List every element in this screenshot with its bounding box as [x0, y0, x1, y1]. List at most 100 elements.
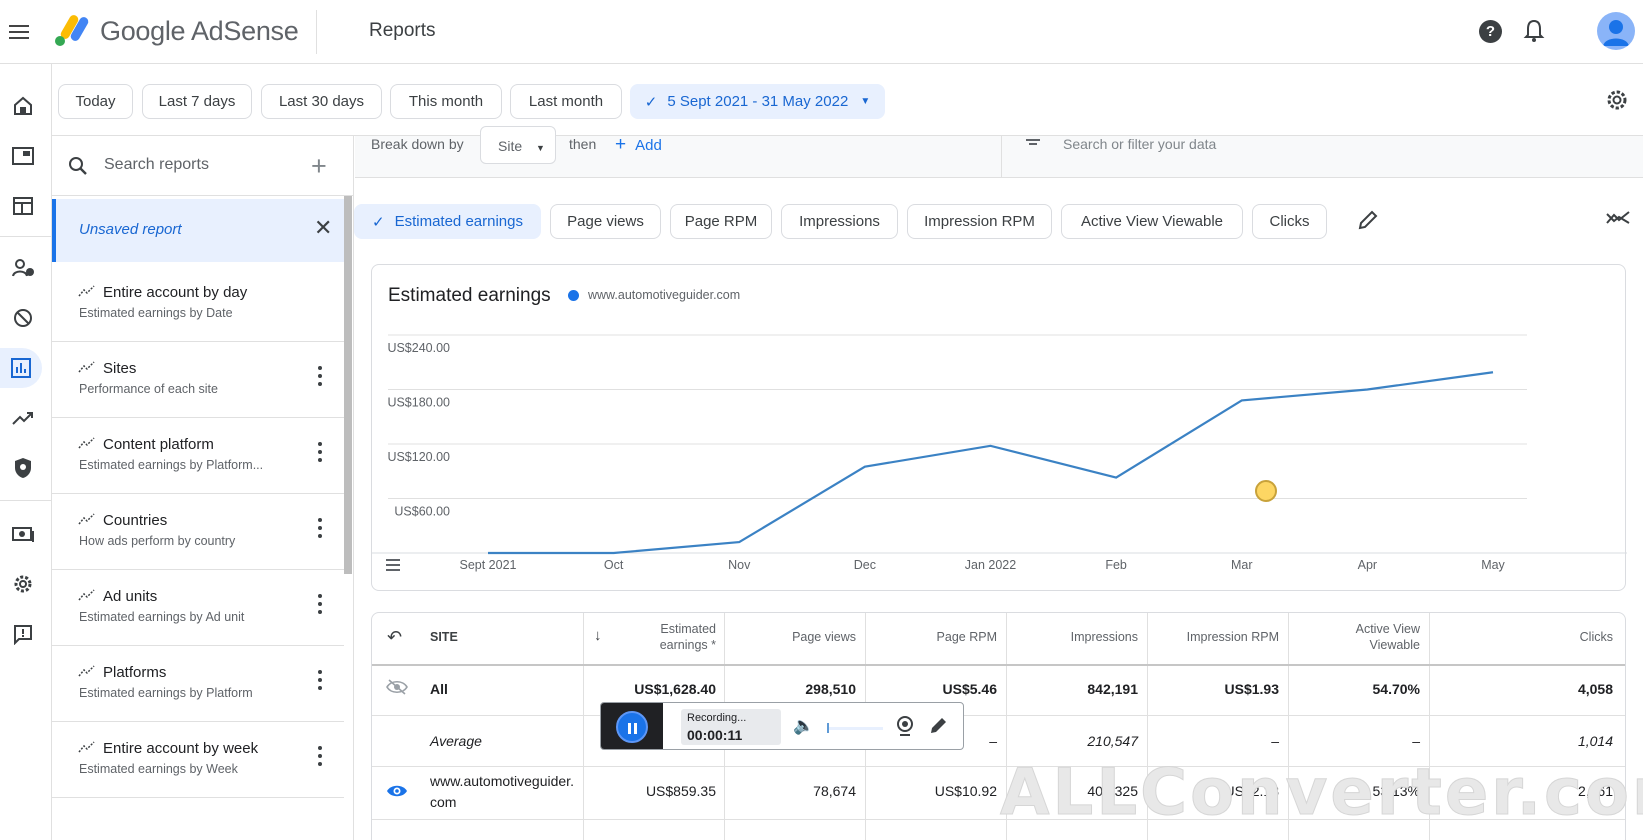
- row-site[interactable]: www.automotiveguider.com: [430, 771, 576, 813]
- report-item[interactable]: Sites Performance of each site: [52, 338, 344, 418]
- series-line[interactable]: [488, 371, 1494, 555]
- report-settings-icon[interactable]: [1605, 88, 1629, 112]
- settings-icon[interactable]: [3, 564, 43, 604]
- report-item[interactable]: Ad units Estimated earnings by Ad unit: [52, 566, 344, 646]
- report-item[interactable]: Entire account by week Estimated earning…: [52, 718, 344, 798]
- reports-icon[interactable]: [0, 348, 42, 388]
- breakdown-bar: Break down by Site ▼ then + Add Search or…: [355, 126, 1643, 178]
- header-impressions[interactable]: Impressions: [1013, 629, 1138, 645]
- draw-pencil-icon[interactable]: [929, 715, 949, 738]
- help-icon[interactable]: ?: [1479, 20, 1502, 43]
- breakdown-dimension-select[interactable]: Site ▼: [480, 126, 556, 164]
- header-estimated-earnings[interactable]: Estimated earnings *: [624, 621, 716, 653]
- edit-metrics-icon[interactable]: [1357, 209, 1379, 231]
- y-tick-label: US$240.00: [387, 341, 450, 355]
- date-chip-custom-range[interactable]: ✓ 5 Sept 2021 - 31 May 2022 ▼: [630, 84, 885, 119]
- header-clicks[interactable]: Clicks: [1436, 629, 1613, 645]
- more-options-icon[interactable]: [318, 670, 322, 690]
- report-item[interactable]: Content platform Estimated earnings by P…: [52, 414, 344, 494]
- total-page-views: 298,510: [805, 681, 856, 697]
- metric-chip-page-rpm[interactable]: Page RPM: [670, 204, 772, 239]
- more-options-icon[interactable]: [318, 594, 322, 614]
- date-chip-last-month[interactable]: Last month: [510, 84, 622, 119]
- sparkle-trend-icon: [78, 588, 96, 605]
- notifications-icon[interactable]: [1523, 18, 1545, 44]
- report-subtitle: Estimated earnings by Date: [79, 306, 233, 320]
- metric-chip-impression-rpm[interactable]: Impression RPM: [907, 204, 1052, 239]
- report-item[interactable]: Entire account by day Estimated earnings…: [52, 262, 344, 342]
- webcam-icon[interactable]: [895, 715, 915, 740]
- date-chip-today[interactable]: Today: [58, 84, 133, 119]
- visibility-off-icon[interactable]: [386, 679, 408, 698]
- volume-slider-thumb[interactable]: [827, 723, 829, 733]
- unsaved-report-item[interactable]: Unsaved report ✕: [52, 199, 344, 262]
- chart-card: Estimated earnings www.automotiveguider.…: [371, 264, 1627, 591]
- report-subtitle: Performance of each site: [79, 382, 218, 396]
- header-site[interactable]: SITE: [430, 629, 458, 645]
- adsense-logo: [55, 15, 89, 46]
- speaker-muted-icon[interactable]: 🔈: [793, 716, 814, 736]
- y-tick-label: US$180.00: [387, 396, 450, 410]
- close-icon[interactable]: ✕: [314, 215, 332, 241]
- chip-label: Page RPM: [684, 213, 758, 230]
- metric-chip-clicks[interactable]: Clicks: [1252, 204, 1327, 239]
- filter-input[interactable]: Search or filter your data: [1063, 136, 1216, 152]
- header-divider: [316, 10, 317, 54]
- brand-safety-icon[interactable]: [3, 448, 43, 488]
- add-report-icon[interactable]: +: [311, 151, 327, 182]
- add-dimension-button[interactable]: + Add: [615, 134, 662, 156]
- reports-scrollbar[interactable]: [344, 196, 352, 574]
- chart-compare-icon[interactable]: [1605, 210, 1631, 226]
- date-chip-this-month[interactable]: This month: [390, 84, 502, 119]
- account-avatar[interactable]: [1597, 12, 1635, 50]
- header-impression-rpm[interactable]: Impression RPM: [1154, 629, 1279, 645]
- ads-icon[interactable]: [3, 136, 43, 176]
- more-options-icon[interactable]: [318, 518, 322, 538]
- sort-descending-icon[interactable]: ↓: [594, 627, 602, 644]
- total-impression-rpm: US$1.93: [1224, 681, 1279, 697]
- mouse-cursor-highlight: [1255, 480, 1277, 502]
- undo-icon[interactable]: ↶: [387, 627, 402, 648]
- date-chip-last-7-days[interactable]: Last 7 days: [142, 84, 252, 119]
- x-tick-label: Feb: [1105, 558, 1127, 572]
- sites-icon[interactable]: [3, 186, 43, 226]
- report-item[interactable]: Platforms Estimated earnings by Platform: [52, 642, 344, 722]
- more-options-icon[interactable]: [318, 442, 322, 462]
- chip-label: This month: [408, 93, 484, 110]
- header-page-views[interactable]: Page views: [732, 629, 856, 645]
- more-options-icon[interactable]: [318, 366, 322, 386]
- search-reports[interactable]: Search reports +: [52, 136, 353, 196]
- x-tick-label: Dec: [854, 558, 876, 572]
- chart-menu-icon[interactable]: [386, 559, 400, 571]
- blocking-controls-icon[interactable]: [3, 298, 43, 338]
- header-page-rpm[interactable]: Page RPM: [872, 629, 997, 645]
- average-impressions: 210,547: [1087, 733, 1138, 749]
- report-title: Countries: [103, 512, 168, 529]
- home-icon[interactable]: [3, 86, 43, 126]
- search-reports-input[interactable]: Search reports: [104, 156, 209, 174]
- privacy-messaging-icon[interactable]: [3, 248, 43, 288]
- metric-chip-active-view-viewable[interactable]: Active View Viewable: [1061, 204, 1243, 239]
- optimization-icon[interactable]: [3, 398, 43, 438]
- payments-icon[interactable]: [3, 514, 43, 554]
- chip-label: Active View Viewable: [1080, 213, 1224, 230]
- filter-icon[interactable]: [1025, 136, 1041, 152]
- plus-icon: +: [615, 134, 627, 155]
- x-tick-label: Sept 2021: [460, 558, 517, 572]
- report-subtitle: Estimated earnings by Platform: [79, 686, 253, 700]
- report-title: Platforms: [103, 664, 167, 681]
- feedback-icon[interactable]: [3, 614, 43, 654]
- volume-slider[interactable]: [827, 723, 883, 733]
- visibility-icon[interactable]: [386, 783, 408, 802]
- metric-chip-estimated-earnings[interactable]: ✓ Estimated earnings: [354, 204, 541, 239]
- date-chip-last-30-days[interactable]: Last 30 days: [261, 84, 382, 119]
- header-active-view-viewable[interactable]: Active View Viewable: [1322, 621, 1420, 653]
- metric-chip-page-views[interactable]: Page views: [550, 204, 661, 239]
- pause-button[interactable]: [616, 711, 648, 743]
- more-options-icon[interactable]: [318, 746, 322, 766]
- sparkle-trend-icon: [78, 360, 96, 377]
- main-menu-icon[interactable]: [4, 21, 34, 43]
- metric-chip-impressions[interactable]: Impressions: [781, 204, 898, 239]
- report-item[interactable]: Countries How ads perform by country: [52, 490, 344, 570]
- date-range-bar: Today Last 7 days Last 30 days This mont…: [52, 64, 1643, 136]
